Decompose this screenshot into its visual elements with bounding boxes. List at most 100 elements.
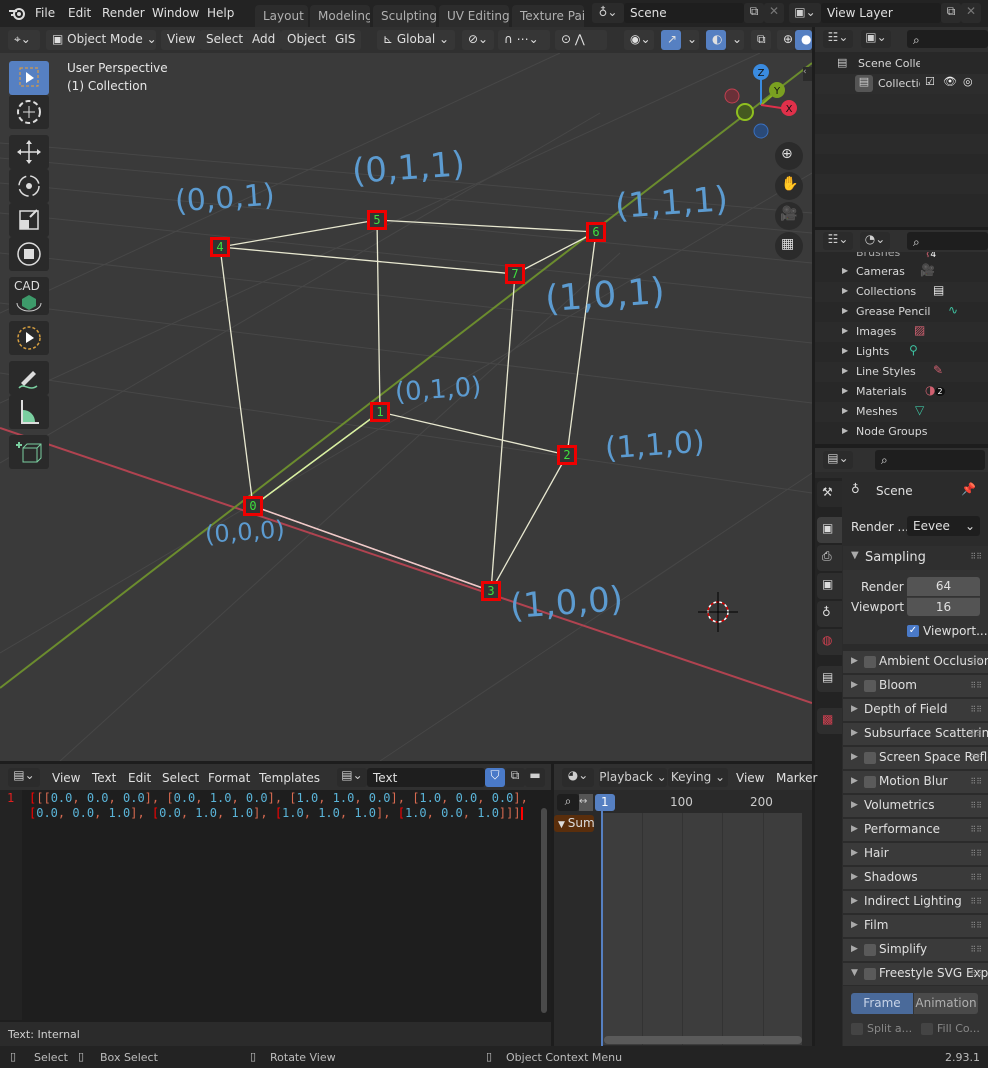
- text-datablock-name-field[interactable]: Text: [367, 768, 485, 787]
- disclosure-triangle-icon[interactable]: ▶: [842, 286, 848, 295]
- drag-handle-icon[interactable]: ⠿⠿: [970, 753, 982, 762]
- delete-scene-button[interactable]: ✕: [764, 3, 784, 23]
- tab-collection[interactable]: ▤: [817, 666, 842, 692]
- panel-hair[interactable]: ▶ Hair ⠿⠿: [843, 843, 988, 865]
- timeline-editor-type-button[interactable]: ◕⌄: [562, 768, 594, 787]
- disclosure-triangle-icon[interactable]: ▶: [842, 426, 848, 435]
- tab-scene[interactable]: ♁: [817, 601, 842, 627]
- drag-handle-icon[interactable]: ⠿⠿: [970, 825, 982, 834]
- viewport-samples-field[interactable]: 16: [907, 597, 980, 616]
- sidebar-toggle[interactable]: ‹: [803, 67, 812, 81]
- te-menu-edit[interactable]: Edit: [128, 771, 151, 785]
- tab-tool[interactable]: ⚒: [817, 481, 842, 507]
- tool-move[interactable]: [9, 135, 49, 169]
- tab-texture[interactable]: ▩: [817, 708, 842, 734]
- menu-edit[interactable]: Edit: [68, 6, 91, 20]
- datablock-row-grease-pencil[interactable]: ▶ Grease Pencil ∿: [815, 302, 988, 322]
- panel-enable-checkbox[interactable]: [864, 776, 876, 788]
- view-layer-name-field[interactable]: View Layer: [821, 3, 941, 23]
- header-menu-gis[interactable]: GIS: [329, 30, 362, 50]
- orthographic-toggle-button[interactable]: ▦: [775, 232, 803, 260]
- panel-shadows[interactable]: ▶ Shadows ⠿⠿: [843, 867, 988, 889]
- datablock-row-images[interactable]: ▶ Images ▨: [815, 322, 988, 342]
- render-samples-field[interactable]: 64: [907, 577, 980, 596]
- drag-handle-icon[interactable]: ⠿⠿: [970, 777, 982, 786]
- panel-freestyle-svg-export[interactable]: ▼Freestyle SVG Export⠿⠿: [843, 963, 988, 985]
- gizmo-dropdown[interactable]: ⌄: [681, 30, 699, 50]
- panel-sampling-header[interactable]: ▼ Sampling ⠿⠿: [843, 546, 988, 570]
- outliner-row-scene-collection[interactable]: ▤ Scene Collection: [815, 54, 988, 74]
- header-menu-view[interactable]: View: [161, 30, 202, 50]
- tool-add-cube[interactable]: [9, 435, 49, 469]
- exclude-checkbox[interactable]: ☑: [925, 75, 935, 88]
- datablocks-search-input[interactable]: ⌕: [907, 232, 988, 250]
- tool-select-circle[interactable]: [9, 321, 49, 355]
- drag-handle-icon[interactable]: ⠿⠿: [970, 705, 982, 714]
- 3d-viewport[interactable]: 0 1 2 3 4 5 6 7 (0,0,0) (0,1,0) (1,1,0) …: [0, 53, 812, 761]
- panel-ambient-occlusion[interactable]: ▶ Ambient Occlusion ⠿⠿: [843, 651, 988, 673]
- drag-handle-icon[interactable]: ⠿⠿: [970, 873, 982, 882]
- camera-view-button[interactable]: 🎥: [775, 202, 803, 230]
- tool-measure[interactable]: [9, 395, 49, 429]
- timeline-horizontal-scrollbar[interactable]: [604, 1036, 802, 1044]
- gizmo-neg-y[interactable]: [736, 103, 754, 121]
- current-frame-indicator[interactable]: 1: [595, 794, 615, 811]
- freestyle-frame-button[interactable]: Frame: [851, 993, 913, 1014]
- freestyle-animation-button[interactable]: Animation: [914, 993, 978, 1014]
- tab-texture-paint[interactable]: Texture Paint: [512, 5, 584, 27]
- open-text-button[interactable]: ▬: [525, 768, 545, 787]
- panel-film[interactable]: ▶ Film ⠿⠿: [843, 915, 988, 937]
- datablock-row-materials[interactable]: ▶ Materials ◑ 2: [815, 382, 988, 402]
- pan-view-button[interactable]: ✋: [775, 172, 803, 200]
- properties-search-input[interactable]: ⌕: [875, 450, 985, 470]
- drag-handle-icon[interactable]: ⠿⠿: [970, 897, 982, 906]
- panel-screen-space-reflections[interactable]: ▶Screen Space Reflections⠿⠿: [843, 747, 988, 769]
- text-scrollbar[interactable]: [541, 808, 547, 1013]
- outliner-row-collection[interactable]: ▤ Collection ☑ 👁 ◎: [815, 74, 988, 94]
- drag-handle-icon[interactable]: ⠿⠿: [970, 657, 982, 666]
- gizmo-neg-x[interactable]: [724, 88, 740, 104]
- transform-orientation-dropdown[interactable]: ⊾ Global ⌄: [377, 30, 455, 50]
- header-menu-select[interactable]: Select: [200, 30, 250, 50]
- pivot-point-dropdown[interactable]: ⊘⌄: [462, 30, 494, 50]
- vertex-marker-3[interactable]: 3: [481, 581, 501, 601]
- properties-editor-type-button[interactable]: ▤⌄: [823, 451, 853, 469]
- drag-handle-icon[interactable]: ⠿⠿: [970, 921, 982, 930]
- scene-selector-button[interactable]: ♁⌄: [592, 3, 624, 23]
- snap-dropdown[interactable]: ∩ ⋯⌄: [498, 30, 550, 50]
- te-menu-text[interactable]: Text: [92, 771, 116, 785]
- panel-indirect-lighting[interactable]: ▶ Indirect Lighting ⠿⠿: [843, 891, 988, 913]
- visibility-dropdown[interactable]: ◉⌄: [624, 30, 654, 50]
- datablock-row-brushes[interactable]: Brushes ⌇4: [815, 252, 988, 262]
- render-camera-icon[interactable]: ◎: [963, 75, 973, 88]
- menu-help[interactable]: Help: [207, 6, 234, 20]
- menu-render[interactable]: Render: [102, 6, 145, 20]
- delete-view-layer-button[interactable]: ✕: [961, 3, 981, 23]
- vertex-marker-4[interactable]: 4: [210, 237, 230, 257]
- new-scene-button[interactable]: ⧉: [744, 3, 764, 23]
- panel-volumetrics[interactable]: ▶ Volumetrics ⠿⠿: [843, 795, 988, 817]
- overlay-dropdown[interactable]: ⌄: [726, 30, 744, 50]
- playback-dropdown[interactable]: Playback ⌄: [599, 768, 667, 787]
- outliner-display-mode-button[interactable]: ☷⌄: [823, 30, 853, 48]
- tool-cad-transform[interactable]: CAD: [9, 277, 49, 315]
- solid-shading-button[interactable]: ●: [795, 30, 812, 50]
- vertex-marker-2[interactable]: 2: [557, 445, 577, 465]
- playhead-line[interactable]: [601, 811, 603, 1046]
- keying-dropdown[interactable]: Keying ⌄: [668, 768, 728, 787]
- vertex-marker-6[interactable]: 6: [586, 222, 606, 242]
- disclosure-triangle-icon[interactable]: ▶: [842, 266, 848, 275]
- panel-motion-blur[interactable]: ▶ Motion Blur ⠿⠿: [843, 771, 988, 793]
- tab-modeling[interactable]: Modeling: [310, 5, 370, 27]
- tab-layout[interactable]: Layout: [255, 5, 308, 27]
- disclosure-triangle-icon[interactable]: ▶: [842, 366, 848, 375]
- panel-enable-checkbox[interactable]: [864, 944, 876, 956]
- 3d-cursor[interactable]: [698, 592, 738, 632]
- timeline-sync-toggle[interactable]: ↔: [579, 794, 593, 811]
- drag-handle-icon[interactable]: ⠿⠿: [970, 801, 982, 810]
- panel-enable-checkbox[interactable]: [864, 752, 876, 764]
- pin-icon[interactable]: 📌: [961, 482, 976, 496]
- proportional-editing-dropdown[interactable]: ⊙ ⋀: [555, 30, 607, 50]
- tool-scale[interactable]: [9, 203, 49, 237]
- tool-cursor[interactable]: [9, 95, 49, 129]
